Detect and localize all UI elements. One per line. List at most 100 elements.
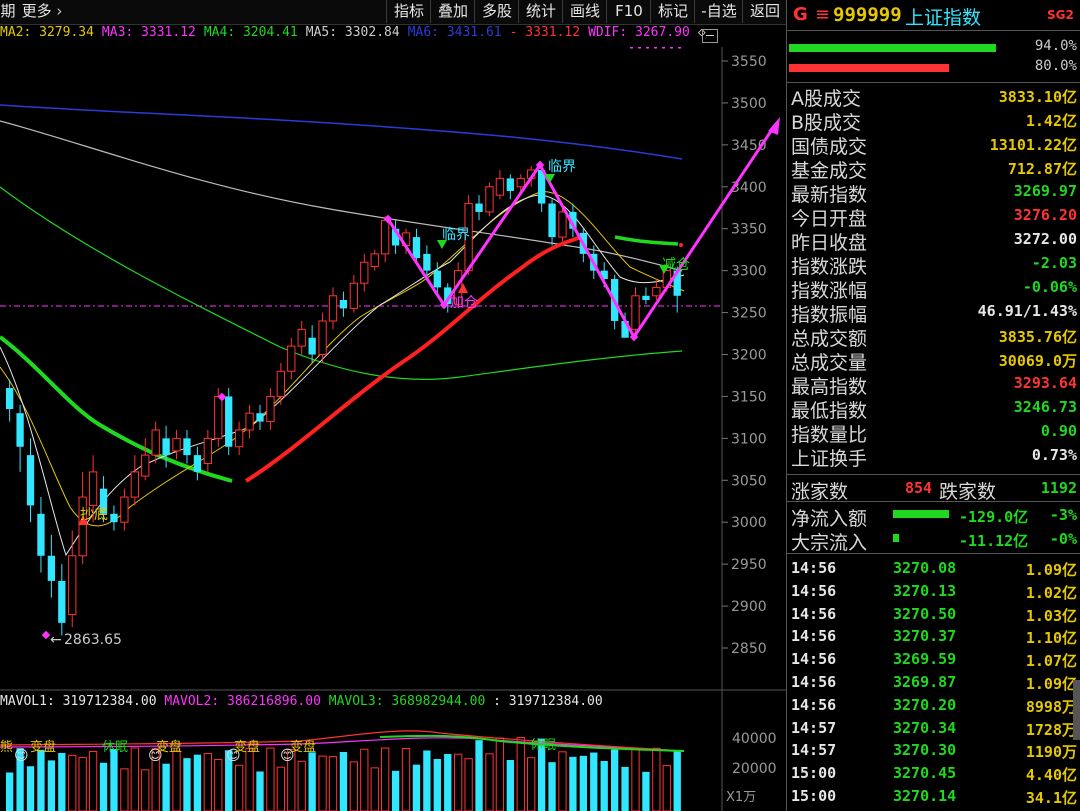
tick-price: 3270.34 [893, 718, 957, 737]
volume-bar [234, 764, 244, 811]
divider [787, 553, 1080, 554]
tick-price: 3270.45 [893, 764, 957, 783]
candle-body [16, 413, 24, 447]
candle-body [58, 580, 66, 623]
toolbar-draw-button[interactable]: 画线 [562, 0, 607, 23]
stat-value: 3272.00 [1013, 230, 1077, 248]
stat-label: B股成交 [791, 112, 862, 134]
critical-label: 临界 [548, 159, 576, 175]
volume-bar [485, 753, 494, 811]
stat-row: B股成交 1.42亿 [789, 108, 1079, 134]
toolbar-overlay-button[interactable]: 叠加 [430, 0, 475, 23]
wdif-value: WDIF: 3267.90 [588, 25, 690, 40]
red-dot [679, 243, 683, 247]
up-count: 854 [905, 479, 933, 497]
stat-value: 13101.22亿 [989, 136, 1077, 154]
candle-body [642, 295, 650, 300]
tick-time: 15:00 [791, 764, 837, 783]
volume-legend: MAVOL1: 319712384.00 MAVOL2: 386216896.0… [0, 694, 720, 712]
candle-body [548, 203, 556, 238]
candle-body [141, 454, 150, 477]
toolbar-multistock-button[interactable]: 多股 [474, 0, 519, 23]
candle-body [506, 178, 514, 191]
price-tick-label: 3000 [731, 515, 767, 531]
price-tick-label: 3050 [731, 473, 767, 489]
price-tick-label: 3150 [731, 389, 767, 405]
toolbar-mark-button[interactable]: 标记 [650, 0, 695, 23]
down-count-label: 跌家数 [939, 481, 997, 503]
volume-bar [88, 750, 98, 811]
volume-bar [412, 764, 421, 811]
stat-value: 3269.97 [1013, 182, 1077, 200]
period-label[interactable]: 期 [0, 0, 16, 23]
candle-body [349, 282, 359, 309]
toolbar-watchlist-button[interactable]: -自选 [694, 0, 743, 23]
ratio-bar-red [789, 64, 989, 72]
candle-body [266, 395, 275, 423]
toolbar-indicator-button[interactable]: 指标 [386, 0, 431, 23]
candle-body [308, 337, 316, 355]
candle-body [151, 429, 160, 456]
divider [787, 474, 1080, 475]
toolbar-f10-button[interactable]: F10 [606, 0, 651, 23]
tick-row: 14:56 3270.37 1.10亿 [789, 624, 1079, 647]
volume-axis: 40000 20000 [732, 731, 777, 777]
stat-value: 30069.0万 [998, 352, 1077, 370]
divider [787, 501, 1080, 502]
mavol3-value: MAVOL3: 368982944.00 [328, 694, 486, 709]
candle-body [631, 295, 640, 330]
volume-bar [99, 762, 108, 811]
stat-row: 基金成交 712.87亿 [789, 156, 1079, 182]
low-price-label: 2863.65 [64, 632, 122, 648]
collapse-toggle[interactable] [702, 29, 718, 43]
candle-body [193, 455, 202, 472]
menu-icon[interactable]: ≡ [815, 4, 830, 25]
toolbar-back-button[interactable]: 返回 [742, 0, 787, 23]
volume-bar [349, 761, 359, 811]
candle-body [47, 555, 56, 581]
candle-body [475, 203, 483, 212]
stat-label: 总成交额 [791, 328, 868, 350]
price-tick-label: 3200 [731, 348, 767, 364]
candle-body [78, 496, 87, 557]
candle-body [130, 471, 139, 498]
vol-label: 变盘 [290, 740, 317, 755]
tick-time: 14:56 [791, 695, 837, 714]
price-tick-label: 3250 [731, 306, 767, 322]
volume-bar [600, 760, 608, 811]
stat-row: 总成交量 30069.0万 [789, 348, 1079, 374]
candle-body [245, 412, 254, 431]
up-count-label: 涨家数 [791, 481, 849, 503]
stat-row: 指数涨幅 -0.06% [789, 276, 1079, 302]
volume-bar [245, 747, 254, 811]
volume-tick-label: 20000 [732, 761, 777, 777]
volume-bar [47, 760, 56, 811]
sg-label: SG2 [1047, 8, 1074, 22]
ma-green-short-line [614, 235, 679, 246]
volume-bar [475, 740, 483, 811]
stat-label: 指数涨跌 [791, 256, 868, 278]
scrollbar[interactable] [1073, 680, 1080, 740]
volume-bar [454, 753, 463, 811]
candle-body [225, 396, 233, 447]
ma4-value: MA4: 3204.41 [203, 25, 298, 40]
stat-value: -2.03 [1031, 254, 1077, 272]
ma2-value: MA2: 3279.34 [0, 25, 94, 40]
low-arrow-icon: ← [50, 632, 62, 648]
volume-bar [631, 747, 640, 811]
tick-price: 3270.13 [893, 581, 957, 600]
more-menu[interactable]: 更多 › [16, 0, 68, 23]
stock-name: 上证指数 [905, 7, 982, 29]
price-tick-label: 2850 [731, 641, 767, 657]
bull-label: 加仓 [450, 295, 478, 311]
tick-price: 3270.37 [893, 627, 957, 646]
toolbar-stats-button[interactable]: 统计 [518, 0, 563, 23]
tick-price: 3270.30 [893, 741, 957, 760]
g-label[interactable]: G [793, 4, 808, 25]
tick-vol: 1.02亿 [1025, 583, 1077, 602]
volume-bar [360, 748, 369, 811]
smiley-icon: 😊 [14, 748, 29, 764]
candle-body [110, 513, 118, 523]
volume-bar [276, 766, 286, 811]
stat-row: 最低指数 3246.73 [789, 396, 1079, 422]
